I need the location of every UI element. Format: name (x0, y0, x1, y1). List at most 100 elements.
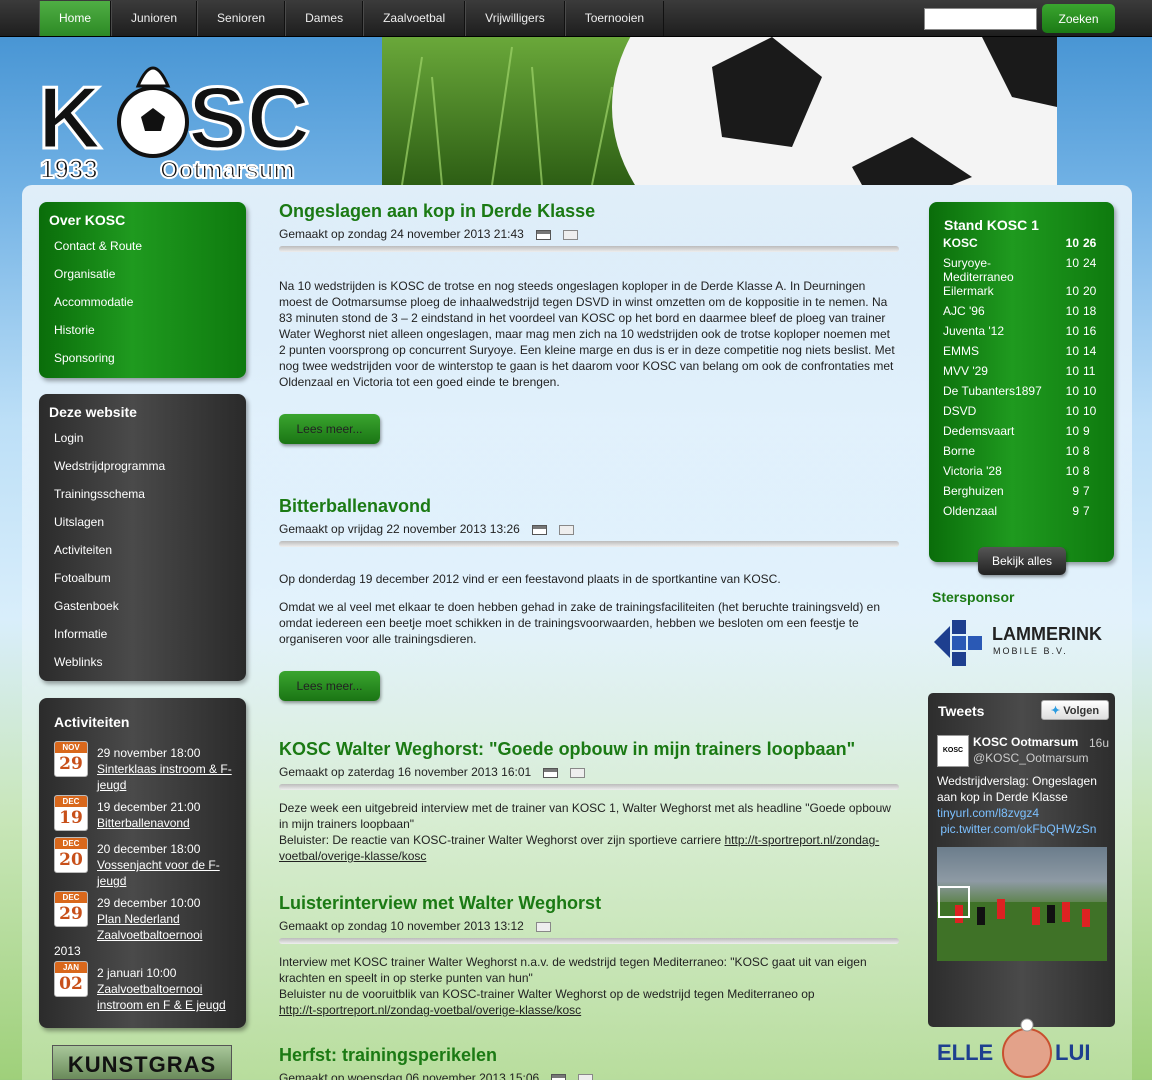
article-meta: Gemaakt op woensdag 06 november 2013 15:… (279, 1071, 540, 1080)
view-all-button[interactable]: Bekijk alles (978, 547, 1066, 575)
lui-text: LUI (1055, 1040, 1090, 1065)
standings-row: KOSC 10 26 (943, 236, 1103, 256)
print-icon[interactable] (535, 229, 551, 240)
nav-toernooien[interactable]: Toernooien (564, 1, 665, 36)
menu-trainingsschema[interactable]: Trainingsschema (39, 480, 246, 508)
nav-zaalvoetbal[interactable]: Zaalvoetbal (363, 1, 466, 36)
kosc-logo[interactable]: K SC 1933 Ootmarsum (37, 40, 323, 186)
article-title[interactable]: Luisterinterview met Walter Weghorst (279, 892, 899, 914)
search-input[interactable] (924, 8, 1037, 30)
activity-link[interactable]: Vossenjacht voor de F-jeugd (97, 858, 220, 888)
standings-points: 11 (1083, 364, 1096, 378)
article-meta: Gemaakt op vrijdag 22 november 2013 13:2… (279, 522, 520, 536)
tweet-link[interactable]: tinyurl.com/l8zvgz4 (937, 806, 1039, 820)
print-icon[interactable] (531, 524, 547, 535)
twitter-bird-icon: ✦ (1050, 705, 1061, 717)
email-icon[interactable] (578, 1073, 594, 1080)
article-title[interactable]: Bitterballenavond (279, 495, 899, 517)
menu-weblinks[interactable]: Weblinks (39, 648, 246, 676)
read-more-button[interactable]: Lees meer... (279, 671, 380, 701)
activity-when: 29 december 10:00 (97, 896, 201, 910)
email-icon[interactable] (570, 767, 586, 778)
menu-informatie[interactable]: Informatie (39, 620, 246, 648)
email-icon[interactable] (558, 524, 574, 535)
standings-row: Juventa '12 10 16 (943, 324, 1103, 344)
standings-team: MVV '29 (943, 364, 988, 378)
tweet-author[interactable]: KOSC Ootmarsum (973, 735, 1078, 749)
standings-played: 10 (1065, 324, 1079, 338)
standings-row: DSVD 10 10 (943, 404, 1103, 424)
activity-link[interactable]: Zaalvoetbaltoernooi instroom en F & E je… (97, 982, 226, 1012)
lammerink-logo[interactable]: LAMMERINK MOBILE B.V. (930, 612, 1115, 668)
email-icon[interactable] (562, 229, 578, 240)
avatar[interactable]: KOSC (937, 735, 969, 767)
article-body: Beluister: De reactie van KOSC-trainer W… (279, 833, 725, 847)
menu-historie[interactable]: Historie (39, 316, 246, 344)
menu-sponsoring[interactable]: Sponsoring (39, 344, 246, 372)
standings-team: Borne (943, 444, 976, 458)
nav-junioren[interactable]: Junioren (111, 1, 198, 36)
read-more-button[interactable]: Lees meer... (279, 414, 380, 444)
activity-link[interactable]: Bitterballenavond (97, 816, 190, 830)
standings-team: Berghuizen (943, 484, 1004, 498)
football-banner-image (382, 37, 1057, 185)
standings-title: Stand KOSC 1 (944, 217, 1039, 233)
menu-accommodatie[interactable]: Accommodatie (39, 288, 246, 316)
standings-played: 10 (1065, 256, 1079, 270)
article-link[interactable]: http://t-sportreport.nl/zondag-voetbal/o… (279, 1003, 581, 1017)
standings-row: MVV '29 10 11 (943, 364, 1103, 384)
kunstgras-banner[interactable]: KUNSTGRAS (52, 1045, 232, 1080)
menu-uitslagen[interactable]: Uitslagen (39, 508, 246, 536)
article-separator (279, 784, 899, 790)
menu-fotoalbum[interactable]: Fotoalbum (39, 564, 246, 592)
standings-played: 10 (1065, 444, 1079, 458)
menu-gastenboek[interactable]: Gastenboek (39, 592, 246, 620)
nav-vrijwilligers[interactable]: Vrijwilligers (465, 1, 565, 36)
activity-when: 2 januari 10:00 (97, 966, 177, 980)
print-icon[interactable] (551, 1073, 567, 1080)
logo-town: Ootmarsum (160, 157, 295, 184)
calendar-icon: JAN 02 (54, 961, 88, 997)
activity-item: JAN 02 2 januari 10:00 Zaalvoetbaltoernooi… (54, 961, 234, 1012)
menu-contact-route[interactable]: Contact & Route (39, 232, 246, 260)
nav-senioren[interactable]: Senioren (197, 1, 286, 36)
nav-dames[interactable]: Dames (285, 1, 364, 36)
search-button[interactable]: Zoeken (1042, 4, 1115, 33)
standings-row: De Tubanters1897 10 10 (943, 384, 1103, 404)
article-body: Deze week een uitgebreid interview met d… (279, 801, 891, 831)
menu-activiteiten[interactable]: Activiteiten (39, 536, 246, 564)
standings-played: 10 (1065, 424, 1079, 438)
article-meta: Gemaakt op zaterdag 16 november 2013 16:… (279, 765, 532, 779)
tweet-photo[interactable] (937, 847, 1107, 961)
standings-played: 10 (1065, 284, 1079, 298)
calendar-icon: DEC 20 (54, 837, 88, 873)
activity-link[interactable]: Sinterklaas instroom & F-jeugd (97, 762, 232, 792)
menu-organisatie[interactable]: Organisatie (39, 260, 246, 288)
article-title[interactable]: KOSC Walter Weghorst: "Goede opbouw in m… (279, 738, 899, 760)
elle-lui-logo[interactable]: ELLE LUI (935, 1015, 1107, 1080)
article-title[interactable]: Ongeslagen aan kop in Derde Klasse (279, 200, 899, 222)
activity-when: 20 december 18:00 (97, 842, 201, 856)
email-icon[interactable] (535, 921, 551, 932)
activity-link[interactable]: Plan Nederland Zaalvoetbaltoernooi (97, 912, 202, 942)
stersponsor-label: Stersponsor (932, 589, 1015, 605)
menu-login[interactable]: Login (39, 424, 246, 452)
activity-when: 29 november 18:00 (97, 746, 201, 760)
print-icon[interactable] (543, 767, 559, 778)
standings-points: 10 (1083, 384, 1097, 398)
standings-played: 10 (1065, 404, 1079, 418)
standings-team: Juventa '12 (943, 324, 1005, 338)
standings-played: 10 (1065, 344, 1079, 358)
standings-row: Dedemsvaart 10 9 (943, 424, 1103, 444)
nav-home[interactable]: Home (39, 1, 111, 36)
follow-button[interactable]: ✦ Volgen (1041, 700, 1109, 720)
standings-row: Victoria '28 10 8 (943, 464, 1103, 484)
tweet-pic-link[interactable]: pic.twitter.com/okFbQHWzSn (940, 822, 1096, 836)
tweet-handle[interactable]: @KOSC_Ootmarsum (973, 751, 1089, 765)
tweet-time: 16u (1089, 736, 1110, 750)
article: Luisterinterview met Walter Weghorst Gem… (279, 892, 899, 1018)
article-title[interactable]: Herfst: trainingsperikelen (279, 1044, 899, 1066)
menu-wedstrijdprogramma[interactable]: Wedstrijdprogramma (39, 452, 246, 480)
standings-points: 26 (1083, 236, 1097, 250)
article-meta: Gemaakt op zondag 24 november 2013 21:43 (279, 227, 524, 241)
